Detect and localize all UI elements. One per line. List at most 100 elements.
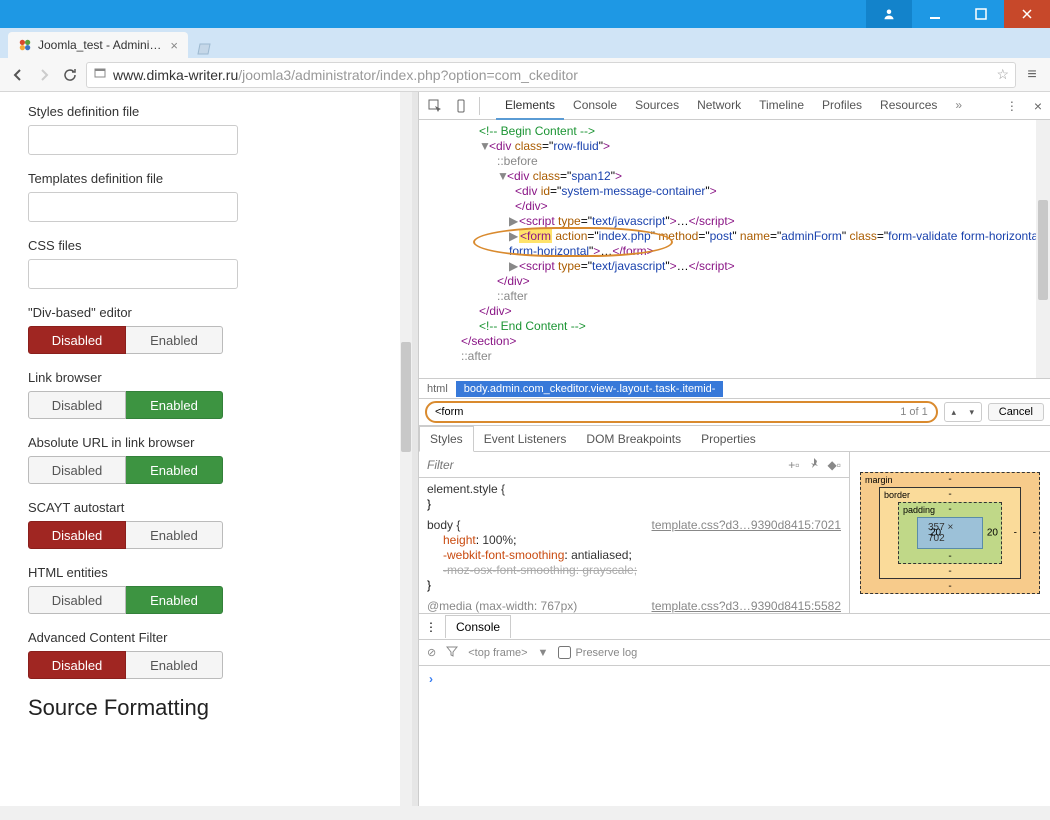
scrollbar-track[interactable] xyxy=(400,92,412,806)
enabled-button[interactable]: Enabled xyxy=(126,391,223,419)
find-input[interactable]: 1 of 1 xyxy=(425,401,938,423)
horizontal-scrollbar[interactable] xyxy=(0,806,1050,820)
scayt-autostart-toggle: Disabled Enabled xyxy=(28,521,223,549)
field-label: Templates definition file xyxy=(28,171,384,186)
css-rules[interactable]: element.style { } body {template.css?d3…… xyxy=(419,478,849,613)
find-bar: 1 of 1 ▴ ▾ Cancel xyxy=(419,398,1050,426)
toggle-label: HTML entities xyxy=(28,565,384,580)
tabs-overflow-icon[interactable]: » xyxy=(946,92,971,119)
clear-console-icon[interactable]: ⊘ xyxy=(427,646,436,659)
find-prev-button[interactable]: ▴ xyxy=(945,403,963,421)
enabled-button[interactable]: Enabled xyxy=(126,456,223,484)
dom-tree[interactable]: <!-- Begin Content --> ▼<div class="row-… xyxy=(419,120,1050,378)
context-selector[interactable]: <top frame> xyxy=(468,647,527,659)
css-source-link[interactable]: template.css?d3…9390d8415:7021 xyxy=(652,518,841,533)
site-info-icon[interactable] xyxy=(93,66,107,83)
breadcrumb-item[interactable]: html xyxy=(419,381,456,397)
find-result-count: 1 of 1 xyxy=(900,406,928,418)
disabled-button[interactable]: Disabled xyxy=(28,586,126,614)
console-output[interactable]: › xyxy=(419,666,1050,806)
window-titlebar xyxy=(0,0,1050,28)
styles-tab-listeners[interactable]: Event Listeners xyxy=(474,427,577,451)
tab-profiles[interactable]: Profiles xyxy=(813,92,871,119)
disabled-button[interactable]: Disabled xyxy=(28,651,126,679)
tab-network[interactable]: Network xyxy=(688,92,750,119)
bookmark-star-icon[interactable]: ☆ xyxy=(996,66,1009,83)
back-button[interactable] xyxy=(8,65,28,85)
window-maximize-button[interactable] xyxy=(958,0,1004,28)
preserve-log-checkbox[interactable] xyxy=(558,646,571,659)
styles-tab-breakpoints[interactable]: DOM Breakpoints xyxy=(576,427,691,451)
devtools-menu-icon[interactable]: ⋮ xyxy=(1006,99,1018,113)
tab-elements[interactable]: Elements xyxy=(496,92,564,120)
breadcrumb-item-active[interactable]: body.admin.com_ckeditor.view-.layout-.ta… xyxy=(456,381,724,397)
devtools-close-icon[interactable]: × xyxy=(1034,98,1042,114)
window-user-button[interactable] xyxy=(866,0,912,28)
browser-tab-strip: Joomla_test - Administrati × xyxy=(0,28,1050,58)
drawer-console-tab[interactable]: Console xyxy=(445,615,511,638)
preserve-log-label: Preserve log xyxy=(575,647,637,659)
device-mode-icon[interactable] xyxy=(453,98,469,114)
disabled-button[interactable]: Disabled xyxy=(28,391,126,419)
scrollbar-thumb[interactable] xyxy=(1038,200,1048,300)
browser-tab[interactable]: Joomla_test - Administrati × xyxy=(8,32,188,58)
scrollbar-thumb[interactable] xyxy=(401,342,411,452)
toggle-label: SCAYT autostart xyxy=(28,500,384,515)
pin-icon[interactable] xyxy=(808,457,820,472)
div-based-editor-toggle: Disabled Enabled xyxy=(28,326,223,354)
tab-close-icon[interactable]: × xyxy=(170,38,178,53)
tab-title: Joomla_test - Administrati xyxy=(38,38,164,52)
reload-button[interactable] xyxy=(60,65,80,85)
find-input-field[interactable] xyxy=(435,406,900,418)
css-source-link[interactable]: template.css?d3…9390d8415:5582 xyxy=(652,599,841,613)
address-bar[interactable]: www.dimka-writer.ru/joomla3/administrato… xyxy=(86,62,1016,88)
joomla-settings-panel: Styles definition file Templates definit… xyxy=(0,92,418,806)
styles-tab-styles[interactable]: Styles xyxy=(419,426,474,452)
absolute-url-toggle: Disabled Enabled xyxy=(28,456,223,484)
joomla-favicon xyxy=(18,38,32,52)
find-nav: ▴ ▾ xyxy=(944,402,982,422)
html-entities-toggle: Disabled Enabled xyxy=(28,586,223,614)
styles-tab-properties[interactable]: Properties xyxy=(691,427,766,451)
find-cancel-button[interactable]: Cancel xyxy=(988,403,1044,421)
window-minimize-button[interactable] xyxy=(912,0,958,28)
drawer-menu-icon[interactable]: ⋮ xyxy=(425,620,437,634)
devtools-toolbar: Elements Console Sources Network Timelin… xyxy=(419,92,1050,120)
context-dropdown-icon[interactable]: ▼ xyxy=(538,647,549,659)
devtools-panel: Elements Console Sources Network Timelin… xyxy=(418,92,1050,806)
window-close-button[interactable] xyxy=(1004,0,1050,28)
box-model: margin - - - - border - - - - padding - xyxy=(850,452,1050,613)
find-next-button[interactable]: ▾ xyxy=(963,403,981,421)
toggle-label: Absolute URL in link browser xyxy=(28,435,384,450)
disabled-button[interactable]: Disabled xyxy=(28,326,126,354)
browser-toolbar: www.dimka-writer.ru/joomla3/administrato… xyxy=(0,58,1050,92)
element-state-icon[interactable]: ◆▫ xyxy=(828,458,841,472)
tab-timeline[interactable]: Timeline xyxy=(750,92,813,119)
url-text: www.dimka-writer.ru/joomla3/administrato… xyxy=(113,67,578,83)
styles-definition-input[interactable] xyxy=(28,125,238,155)
dom-comment: <!-- Begin Content --> xyxy=(479,124,1050,139)
dom-comment: <!-- End Content --> xyxy=(479,319,1050,334)
dom-scrollbar[interactable] xyxy=(1036,120,1050,378)
styles-filter-input[interactable] xyxy=(427,458,780,472)
section-heading: Source Formatting xyxy=(28,695,384,721)
enabled-button[interactable]: Enabled xyxy=(126,651,223,679)
field-label: Styles definition file xyxy=(28,104,384,119)
filter-icon[interactable] xyxy=(446,645,458,660)
new-style-icon[interactable]: +▫ xyxy=(788,458,799,472)
dom-breadcrumb: html body.admin.com_ckeditor.view-.layou… xyxy=(419,378,1050,398)
tab-sources[interactable]: Sources xyxy=(626,92,688,119)
new-tab-button[interactable] xyxy=(194,40,214,58)
disabled-button[interactable]: Disabled xyxy=(28,521,126,549)
enabled-button[interactable]: Enabled xyxy=(126,586,223,614)
css-files-input[interactable] xyxy=(28,259,238,289)
enabled-button[interactable]: Enabled xyxy=(126,326,223,354)
tab-console[interactable]: Console xyxy=(564,92,626,119)
forward-button[interactable] xyxy=(34,65,54,85)
inspect-element-icon[interactable] xyxy=(427,98,443,114)
browser-menu-button[interactable]: ≡ xyxy=(1022,66,1042,84)
enabled-button[interactable]: Enabled xyxy=(126,521,223,549)
disabled-button[interactable]: Disabled xyxy=(28,456,126,484)
tab-resources[interactable]: Resources xyxy=(871,92,946,119)
templates-definition-input[interactable] xyxy=(28,192,238,222)
